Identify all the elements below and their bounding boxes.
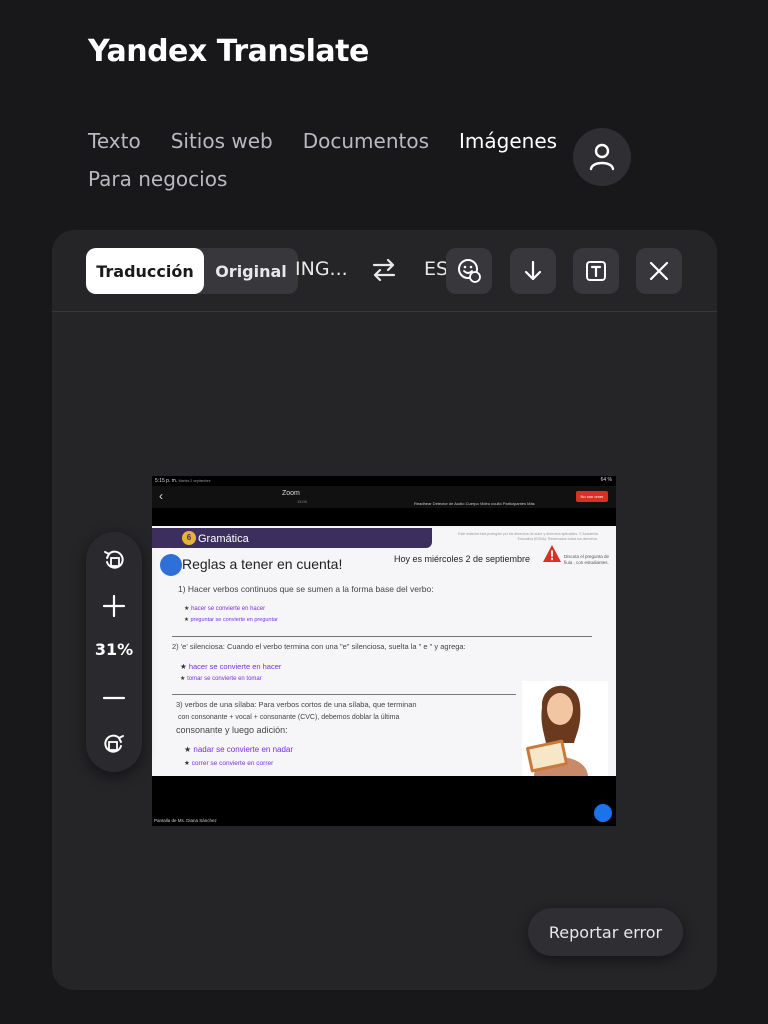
source-language-selector[interactable]: ING... xyxy=(295,258,348,280)
main-nav: Texto Sitios web Documentos Imágenes Para n… xyxy=(88,124,568,196)
slide-header-title: Gramática xyxy=(198,533,249,545)
nav-item-sitios-web[interactable]: Sitios web xyxy=(171,124,273,158)
zoom-controls: 31% xyxy=(86,532,142,772)
bullet-star-icon: ★ xyxy=(184,745,192,754)
feedback-button[interactable] xyxy=(446,248,492,294)
student-illustration xyxy=(522,681,608,776)
bullet-star-icon: ★ xyxy=(184,617,189,623)
zoom-end-button: No con omer xyxy=(576,491,608,502)
slide-title: Reglas a tener en cuenta! xyxy=(182,556,343,572)
rule-1-example-b: preguntar se convierte en preguntar xyxy=(190,617,278,623)
warning-icon xyxy=(543,545,561,562)
download-button[interactable] xyxy=(510,248,556,294)
swap-languages-icon[interactable] xyxy=(370,256,398,284)
view-mode-toggle: Traducción Original xyxy=(86,248,298,294)
rule-2-example-a: hacer se convierte en hacer xyxy=(188,662,282,671)
zoom-in-button[interactable] xyxy=(100,592,128,620)
zoom-fab-icon xyxy=(594,804,612,822)
back-chevron-icon: ‹ xyxy=(159,489,163,503)
download-icon xyxy=(524,260,542,281)
zoom-out-button[interactable] xyxy=(100,684,128,712)
rule-1: 1) Hacer verbos continuos que se sumen a… xyxy=(178,584,434,594)
slide-note: Discuta el pregunta de fiuia , con estud… xyxy=(564,554,610,565)
status-battery: 64 % xyxy=(600,477,612,483)
rule-2-example-b: tomar se convierte en tomar xyxy=(187,676,262,682)
close-button[interactable] xyxy=(636,248,682,294)
status-time: 5:15 p. m. xyxy=(155,478,178,484)
zoom-level: 31% xyxy=(94,640,134,659)
slide-header: 6 Gramática xyxy=(152,528,432,548)
close-icon xyxy=(649,261,669,281)
translated-image: 5:15 p. m. Martes 2 septiembre 64 % ‹ Zo… xyxy=(152,476,616,826)
nav-item-para-negocios[interactable]: Para negocios xyxy=(88,162,227,196)
zoom-tools: Readhear Detector de Audio Cuerpo Video … xyxy=(414,501,535,506)
text-mode-button[interactable] xyxy=(573,248,619,294)
original-view-button[interactable]: Original xyxy=(204,248,298,294)
nav-item-documentos[interactable]: Documentos xyxy=(303,124,429,158)
rotate-left-button[interactable] xyxy=(100,546,128,574)
bullet-star-icon: ★ xyxy=(180,662,187,671)
panel-toolbar: Traducción Original ING... ES... xyxy=(52,230,717,312)
nav-item-imagenes[interactable]: Imágenes xyxy=(459,124,557,158)
screen-owner-label: Pantalla de Ms. Diana Sánchez xyxy=(154,818,217,823)
rotate-right-button[interactable] xyxy=(100,730,128,758)
slide: 6 Gramática Este material está protegido… xyxy=(152,526,616,776)
zoom-toolbar: ‹ Zoom 15:00 Readhear Detector de Audio … xyxy=(152,486,616,508)
text-mode-icon xyxy=(586,261,606,281)
rule-3-line-3: consonante y luego adición: xyxy=(176,725,288,735)
user-profile-button[interactable] xyxy=(573,128,631,186)
minus-icon xyxy=(102,696,126,700)
translation-view-button[interactable]: Traducción xyxy=(86,248,204,294)
app-brand-title[interactable]: Yandex Translate xyxy=(88,34,369,69)
user-icon xyxy=(589,143,615,171)
bullet-star-icon: ★ xyxy=(184,606,190,612)
rotate-left-icon xyxy=(104,550,124,569)
slide-header-badge: 6 xyxy=(182,531,196,545)
rule-1-example-a: hacer se convierte en hacer xyxy=(191,606,266,612)
rule-3-example-a: nadar se convierte en nadar xyxy=(193,745,294,754)
feedback-smile-icon xyxy=(458,259,481,283)
speaker-icon xyxy=(160,554,182,576)
status-day: Martes 2 septiembre xyxy=(178,479,211,483)
plus-icon xyxy=(102,594,126,618)
nav-item-texto[interactable]: Texto xyxy=(88,124,141,158)
zoom-app-sub: 15:00 xyxy=(297,499,308,504)
rule-3-line-2: con consonante + vocal + consonante (CVC… xyxy=(178,714,400,721)
bullet-star-icon: ★ xyxy=(184,760,190,767)
rule-3-example-b: correr se convierte en correr xyxy=(191,760,274,767)
device-status-bar: 5:15 p. m. Martes 2 septiembre 64 % xyxy=(152,476,616,486)
report-error-button[interactable]: Reportar error xyxy=(528,908,683,956)
bullet-star-icon: ★ xyxy=(180,676,186,682)
slide-date: Hoy es miércoles 2 de septiembre xyxy=(394,554,531,564)
rule-3-line-1: 3) verbos de una sílaba: Para verbos cor… xyxy=(176,700,417,709)
divider xyxy=(172,694,516,695)
divider xyxy=(172,636,592,637)
slide-copyright: Este material está protegido por los der… xyxy=(458,532,598,541)
rotate-right-icon xyxy=(104,734,124,753)
zoom-app-label: Zoom xyxy=(282,490,300,497)
rule-2: 2) 'e' silenciosa: Cuando el verbo termi… xyxy=(172,642,466,651)
